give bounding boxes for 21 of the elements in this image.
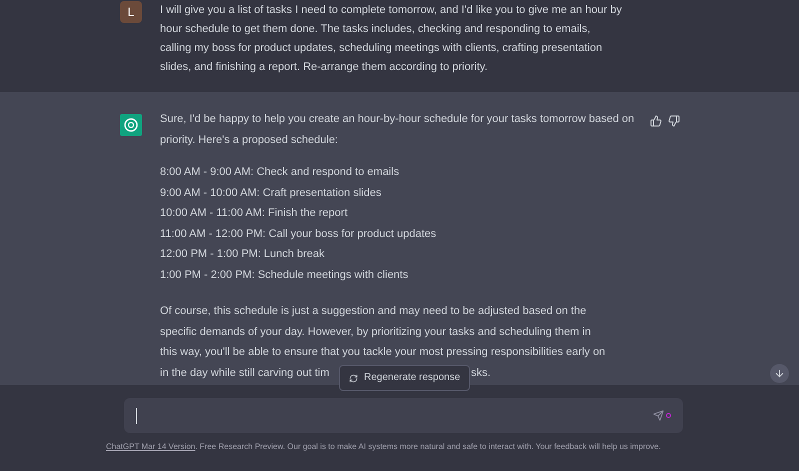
footer-text: ChatGPT Mar 14 Version. Free Research Preview. Our goal is to make AI systems more natural and safe to interact with. Your feedback will help us improve. [106,441,661,453]
assistant-logo-icon [120,114,142,136]
schedule-item: 11:00 AM - 12:00 PM: Call your boss for product updates [160,226,438,242]
schedule-item: 12:00 PM - 1:00 PM: Lunch break [160,247,326,262]
thumbs-down-icon[interactable] [668,115,680,127]
schedule-item: 8:00 AM - 9:00 AM: Check and respond to emails [160,165,400,180]
schedule-item: 10:00 AM - 11:00 AM: Finish the report [160,206,349,221]
version-link[interactable]: ChatGPT Mar 14 Version [106,442,196,451]
regenerate-button[interactable]: Regenerate response [339,365,470,391]
assistant-message-line: in the day while still carving out tim [160,366,330,380]
assistant-message-fragment: sks. [471,366,491,381]
refresh-icon [349,374,358,382]
thumbs-up-icon[interactable] [650,115,662,127]
assistant-message: Sure, I'd be happy to help you create an hour-by-hour schedule for your tasks tomorrow based on priority. Here's a proposed schedule: [160,112,636,148]
message-input[interactable] [124,398,683,433]
schedule-item: 9:00 AM - 10:00 AM: Craft presentation slides [160,186,382,200]
schedule-item: 1:00 PM - 2:00 PM: Schedule meetings with clients [160,268,410,282]
arrow-down-icon [774,368,785,379]
send-icon[interactable] [653,410,664,421]
user-avatar: L [120,1,142,23]
user-message: I will give you a list of tasks I need to complete tomorrow, and I'd like you to give me an hour by hour schedule to get them done. The tasks includes, checking and responding to emails, calling my boss for product updates, scheduling meetings with clients, crafting presentation slides, and finishing a report. Re-arrange them according to priority. [160,3,622,75]
